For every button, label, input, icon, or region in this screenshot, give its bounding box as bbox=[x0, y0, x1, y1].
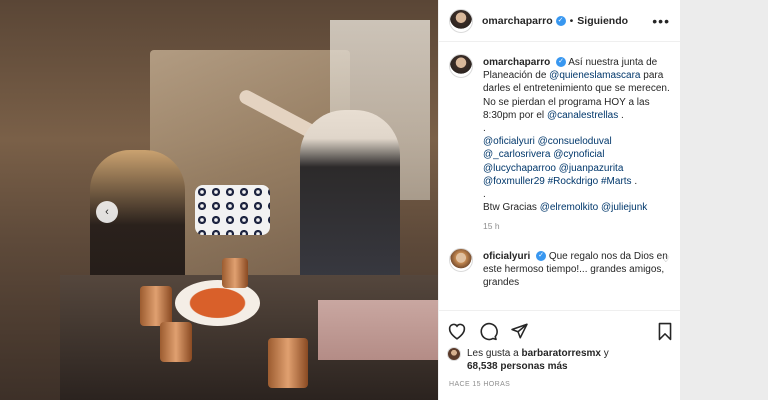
previous-arrow-icon[interactable]: ‹ bbox=[96, 201, 118, 223]
verified-badge-icon: ✓ bbox=[556, 57, 567, 68]
mention-link[interactable]: @quieneslamascara bbox=[549, 70, 640, 81]
caption-dot: . bbox=[483, 189, 486, 201]
avatar[interactable] bbox=[449, 8, 473, 33]
verified-badge-icon: ✓ bbox=[555, 15, 566, 26]
comment-icon[interactable] bbox=[479, 322, 498, 341]
post-actions: Les gusta a barbaratorresmx y 68,538 per… bbox=[439, 310, 681, 388]
comment-item: oficialyuri ✓ Que regalo nos da Dios en … bbox=[449, 247, 670, 290]
page-background bbox=[680, 0, 768, 400]
share-icon[interactable] bbox=[510, 322, 529, 340]
likes-summary: Les gusta a barbaratorresmx y 68,538 per… bbox=[447, 347, 673, 373]
caption-text: . bbox=[631, 175, 638, 187]
like-comment-heart-icon[interactable]: ♡ bbox=[662, 253, 670, 266]
like-heart-icon[interactable] bbox=[447, 322, 467, 340]
copper-mug bbox=[160, 322, 192, 362]
caption-mentions: @oficialyuri @consueloduval @_carlosrive… bbox=[483, 135, 670, 188]
action-icons bbox=[447, 317, 673, 345]
caption-body: omarchaparro ✓ Así nuestra junta de Plan… bbox=[483, 56, 670, 234]
copper-mug bbox=[222, 258, 248, 288]
copper-mug bbox=[268, 338, 308, 388]
mention-link[interactable]: @consueloduval bbox=[538, 136, 612, 147]
caption-thanks: Btw Gracias @elremolkito @juliejunk bbox=[483, 201, 670, 214]
likes-prefix: Les gusta a bbox=[467, 348, 519, 359]
gift-box bbox=[318, 300, 438, 360]
post-media[interactable]: ‹ bbox=[0, 0, 438, 400]
more-options-icon[interactable]: ••• bbox=[652, 13, 670, 29]
caption-time: 15 h bbox=[483, 221, 500, 232]
mention-link[interactable]: @canalestrellas bbox=[547, 110, 618, 121]
hashtag-link[interactable]: #Marts bbox=[601, 176, 632, 187]
caption-username[interactable]: omarchaparro bbox=[483, 57, 550, 68]
mention-link[interactable]: @foxmuller29 bbox=[483, 176, 545, 187]
avatar[interactable] bbox=[449, 247, 473, 272]
caption: omarchaparro ✓ Así nuestra junta de Plan… bbox=[449, 54, 670, 234]
person-right bbox=[300, 110, 400, 300]
post-header: omarchaparro ✓ • Siguiendo ••• bbox=[439, 0, 680, 42]
copper-mug bbox=[140, 286, 172, 326]
mention-link[interactable]: @juliejunk bbox=[601, 202, 647, 213]
avatar[interactable] bbox=[449, 54, 473, 78]
snack-bowl bbox=[175, 280, 260, 326]
post-panel: omarchaparro ✓ • Siguiendo ••• omarchapa… bbox=[438, 0, 681, 400]
caption-text: . bbox=[618, 109, 624, 121]
liker-username[interactable]: barbaratorresmx bbox=[522, 348, 601, 359]
post-timestamp: HACE 15 HORAS bbox=[449, 381, 511, 388]
mention-link[interactable]: @oficialyuri bbox=[483, 136, 535, 147]
pillow bbox=[195, 185, 270, 235]
mention-link[interactable]: @_carlosrivera bbox=[483, 149, 550, 160]
mention-link[interactable]: @juanpazurita bbox=[559, 163, 624, 174]
likes-connector: y bbox=[603, 348, 609, 359]
liker-avatar[interactable] bbox=[447, 347, 461, 361]
comments-section: omarchaparro ✓ Así nuestra junta de Plan… bbox=[439, 42, 680, 312]
mention-link[interactable]: @elremolkito bbox=[540, 202, 599, 213]
caption-text: Btw Gracias bbox=[483, 202, 537, 214]
author-username[interactable]: omarchaparro bbox=[482, 15, 553, 27]
separator: • bbox=[569, 14, 574, 27]
comment-body: oficialyuri ✓ Que regalo nos da Dios en … bbox=[483, 250, 670, 290]
likes-count[interactable]: 68,538 personas más bbox=[467, 361, 568, 372]
verified-badge-icon: ✓ bbox=[536, 251, 547, 261]
caption-dot: . bbox=[483, 123, 486, 135]
mention-link[interactable]: @lucychaparroo bbox=[483, 163, 556, 174]
bookmark-icon[interactable] bbox=[657, 322, 673, 341]
mention-link[interactable]: @cynoficial bbox=[553, 149, 604, 160]
hashtag-link[interactable]: #Rockdrigo bbox=[548, 176, 599, 187]
comment-username[interactable]: oficialyuri bbox=[483, 251, 530, 262]
likes-text: Les gusta a barbaratorresmx y 68,538 per… bbox=[467, 347, 609, 373]
following-button[interactable]: Siguiendo bbox=[577, 15, 628, 27]
